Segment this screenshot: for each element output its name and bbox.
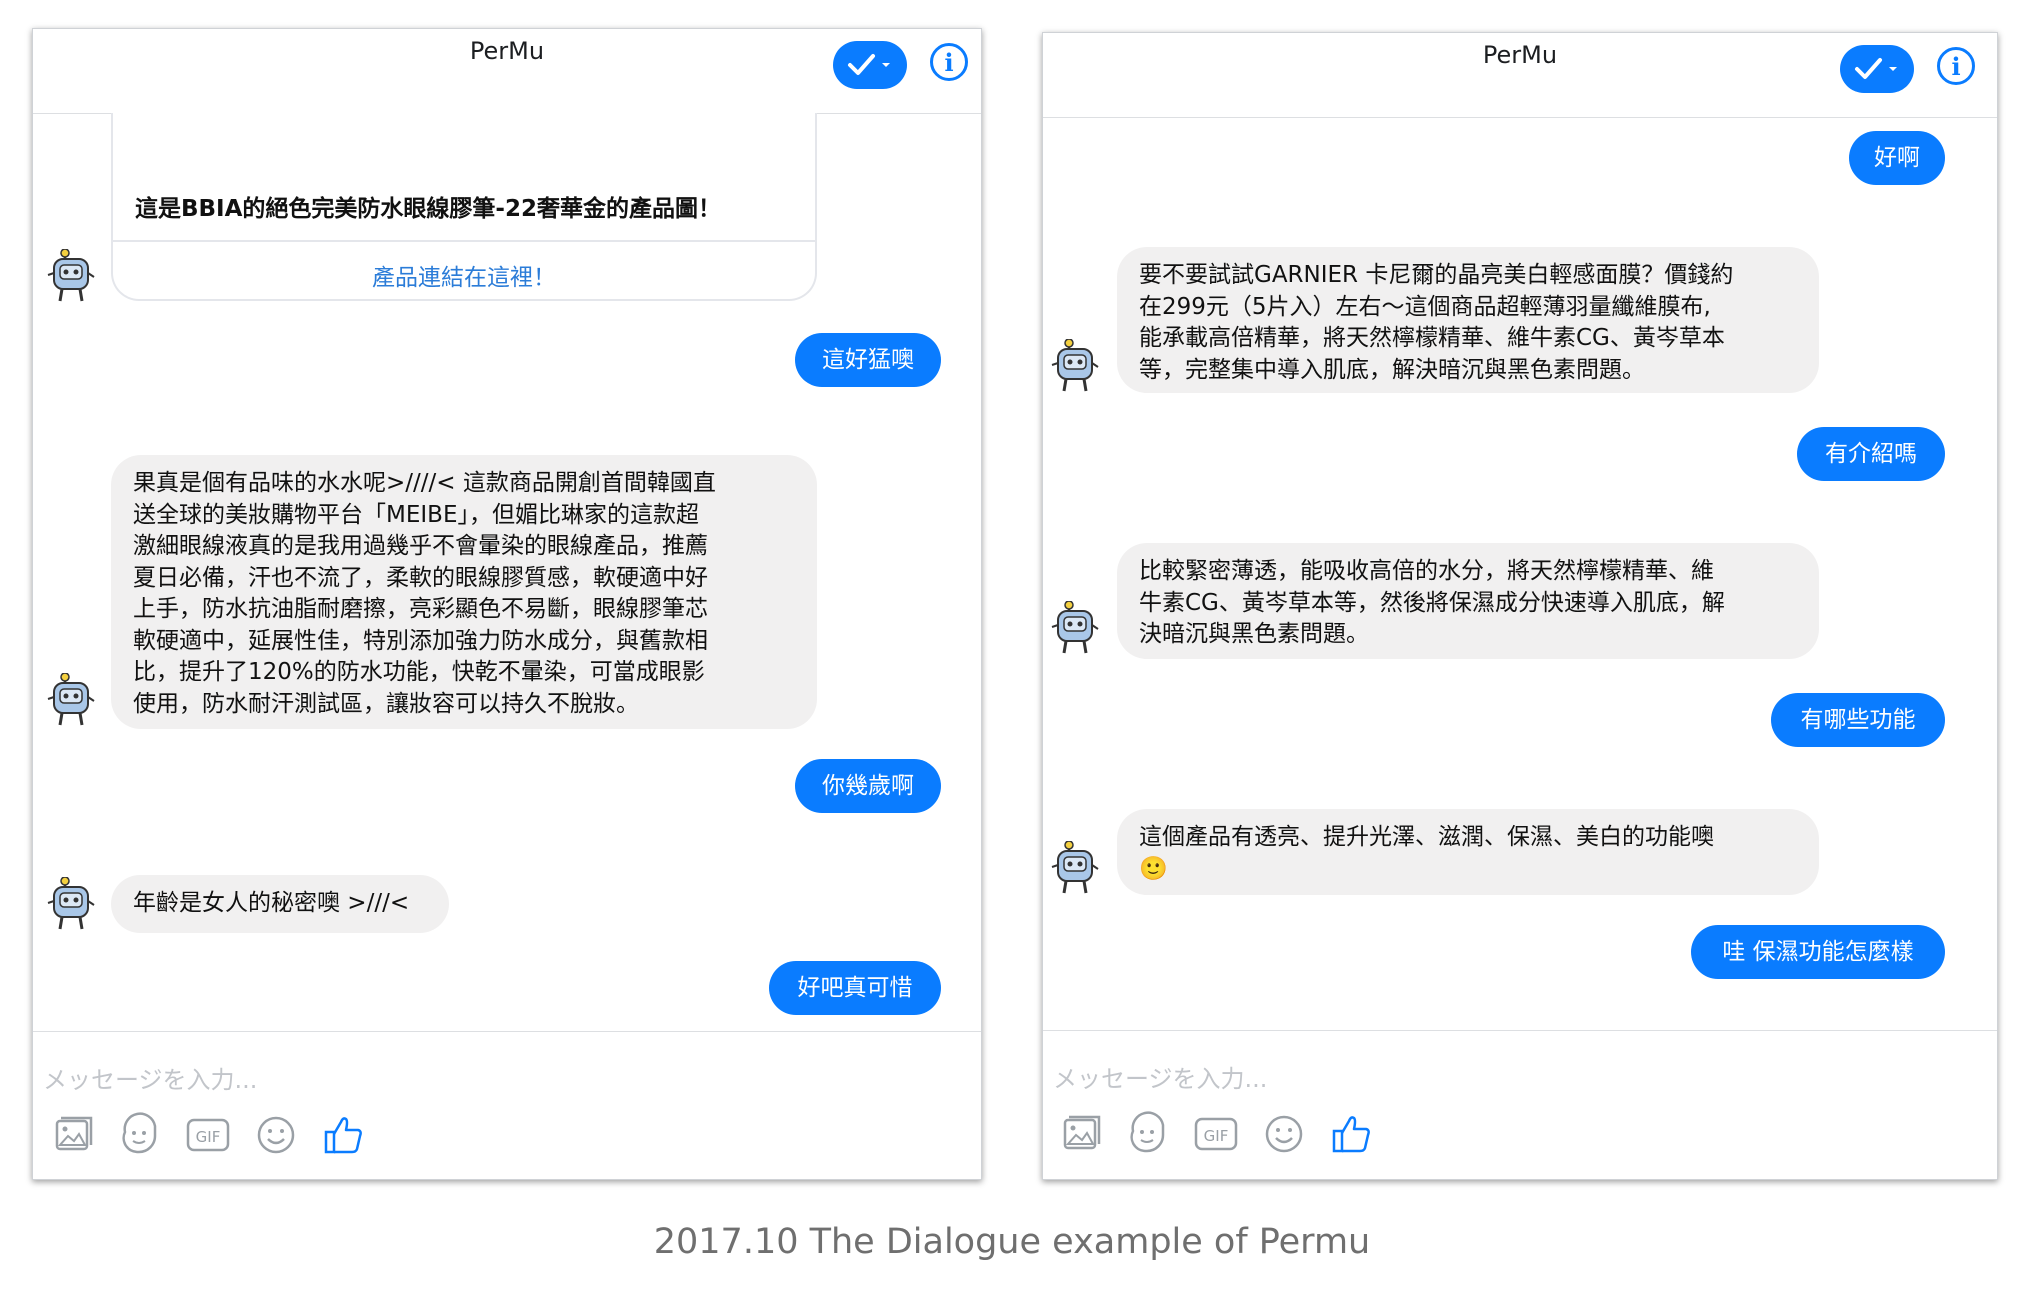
robot-avatar-icon [1049,600,1101,657]
message-line: 夏日必備，汗也不流了，柔軟的眼線膠質感，軟硬適中好 [133,564,708,591]
chat-window-right: PerMu i 好啊 要不要試試GARNIER 卡尼爾的晶亮美白輕感面膜？價錢約… [1042,32,1998,1180]
figure-caption: 2017.10 The Dialogue example of Permu [653,1222,1371,1262]
message-input[interactable]: メッセージを入力... [1053,1059,1267,1094]
emoji-icon[interactable] [1261,1111,1307,1157]
message-line: 軟硬適中，延展性佳，特別添加強力防水成分，與舊款相 [133,627,708,654]
check-icon [848,54,890,75]
robot-avatar-icon [1049,840,1101,897]
chevron-down-icon [882,63,890,67]
user-message: 你幾歲啊 [795,759,941,813]
message-line: 送全球的美妝購物平台「MEIBE」，但媚比琳家的這款超 [133,501,699,528]
bot-message: 要不要試試GARNIER 卡尼爾的晶亮美白輕感面膜？價錢約 在299元（5片入）… [1117,247,1819,393]
message-line: 上手，防水抗油脂耐磨擦，亮彩顯色不易斷，眼線膠筆芯 [133,596,708,622]
product-card: 這是BBIA的絕色完美防水眼線膠筆-22奢華金的產品圖！ 產品連結在這裡！ [111,113,817,301]
bot-message: 比較緊密薄透，能吸收高倍的水分，將天然檸檬精華、維 牛素CG、黃岑草本等，然後將… [1117,543,1819,659]
message-line: 比，提升了120%的防水功能，快乾不暈染，可當成眼影 [133,659,705,685]
gif-icon[interactable]: GIF [1193,1111,1239,1157]
divider [113,240,815,242]
photo-icon[interactable] [1059,1111,1105,1157]
user-message: 這好猛噢 [795,333,941,387]
like-icon[interactable] [1329,1111,1375,1157]
photo-icon[interactable] [51,1112,97,1158]
check-icon [1855,58,1897,79]
message-line: 果真是個有品味的水水呢>////< 這款商品開創首間韓國直 [133,470,716,496]
user-message: 有介紹嗎 [1797,427,1945,481]
product-link[interactable]: 產品連結在這裡！ [113,258,815,292]
message-composer: メッセージを入力... GIF [1043,1030,1997,1175]
user-message: 好吧真可惜 [769,961,941,1015]
bot-message: 果真是個有品味的水水呢>////< 這款商品開創首間韓國直 送全球的美妝購物平台… [111,455,817,729]
user-message: 有哪些功能 [1771,693,1945,747]
robot-avatar-icon [45,876,97,933]
message-line: 在299元（5片入）左右～這個商品超輕薄羽量纖維膜布, [1139,293,1711,320]
chat-header: PerMu i [1043,33,1997,118]
like-icon[interactable] [321,1112,367,1158]
robot-avatar-icon [1049,338,1101,395]
product-card-title: 這是BBIA的絕色完美防水眼線膠筆-22奢華金的產品圖！ [135,196,721,222]
user-message: 哇 保濕功能怎麼樣 [1691,925,1945,979]
sticker-icon[interactable] [1125,1111,1171,1157]
user-message: 好啊 [1849,131,1945,185]
message-line: 激細眼線液真的是我用過幾乎不會暈染的眼線產品，推薦 [133,533,708,559]
chat-window-left: PerMu i 這是BBIA的絕色完美防水眼線膠筆-22奢華金的產品圖！ 產品連… [32,28,982,1180]
message-line: 等，完整集中導入肌底，解決暗沉與黑色素問題。 [1139,356,1645,383]
message-line: 決暗沉與黑色素問題。 [1139,621,1369,647]
message-line: 這個產品有透亮、提升光澤、滋潤、保濕、美白的功能噢 [1139,824,1714,850]
sticker-icon[interactable] [117,1112,163,1158]
info-icon[interactable]: i [930,43,968,81]
mark-done-button[interactable] [1840,45,1914,93]
message-line: 年齡是女人的秘密噢 >///< [133,890,410,916]
message-line: 使用，防水耐汗測試區，讓妝容可以持久不脫妝。 [133,690,639,717]
gif-icon[interactable]: GIF [185,1112,231,1158]
svg-text:GIF: GIF [1204,1127,1229,1145]
emoji-icon[interactable] [253,1112,299,1158]
mark-done-button[interactable] [833,41,907,89]
info-icon[interactable]: i [1937,47,1975,85]
svg-text:GIF: GIF [196,1128,221,1146]
bot-message: 這個產品有透亮、提升光澤、滋潤、保濕、美白的功能噢 🙂 [1117,809,1819,895]
message-input[interactable]: メッセージを入力... [43,1060,257,1095]
emoji-smile: 🙂 [1139,855,1168,882]
chat-header: PerMu i [33,29,981,114]
message-line: 要不要試試GARNIER 卡尼爾的晶亮美白輕感面膜？價錢約 [1139,262,1734,288]
robot-avatar-icon [45,672,97,729]
message-line: 比較緊密薄透，能吸收高倍的水分，將天然檸檬精華、維 [1139,558,1714,584]
message-line: 牛素CG、黃岑草本等，然後將保濕成分快速導入肌底，解 [1139,589,1725,616]
chevron-down-icon [1889,67,1897,71]
message-line: 能承載高倍精華，將天然檸檬精華、維牛素CG、黃岑草本 [1139,325,1725,351]
bot-message: 年齡是女人的秘密噢 >///< [111,875,449,933]
robot-avatar-icon [45,248,97,305]
message-composer: メッセージを入力... GIF [33,1031,981,1176]
